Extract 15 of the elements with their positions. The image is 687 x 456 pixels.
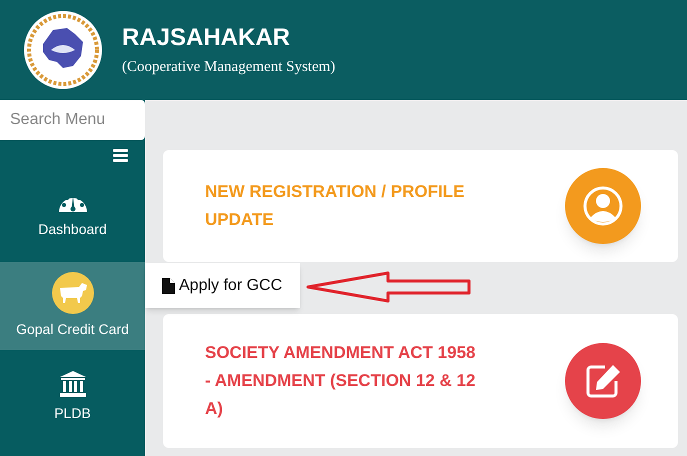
apply-link[interactable]: Apply for GCC [179,274,282,298]
cow-icon [52,272,94,314]
app-title: RAJSAHAKAR [122,24,292,52]
card-title: NEW REGISTRATION / PROFILE UPDATE [205,181,466,231]
user-icon [583,186,623,226]
app-subtitle: (Cooperative Management System) [122,58,336,76]
bank-icon [58,370,86,398]
file-icon [162,278,175,294]
menu-icon[interactable] [113,149,128,162]
card-title: SOCIETY AMENDMENT ACT 1958 - AMENDMENT (SECTION 12 & 12 A) [205,342,476,420]
sidebar-menu-item[interactable]: PLDB [0,350,145,438]
service-card[interactable]: SOCIETY AMENDMENT ACT 1958 - AMENDMENT (SECTION 12 & 12 A) [163,314,678,448]
sidebar-menu-item[interactable]: Gopal Credit Card [0,262,145,350]
sidebar-menu-item[interactable]: Dashboard [0,180,145,255]
search-field[interactable]: Search Menu [0,100,145,140]
